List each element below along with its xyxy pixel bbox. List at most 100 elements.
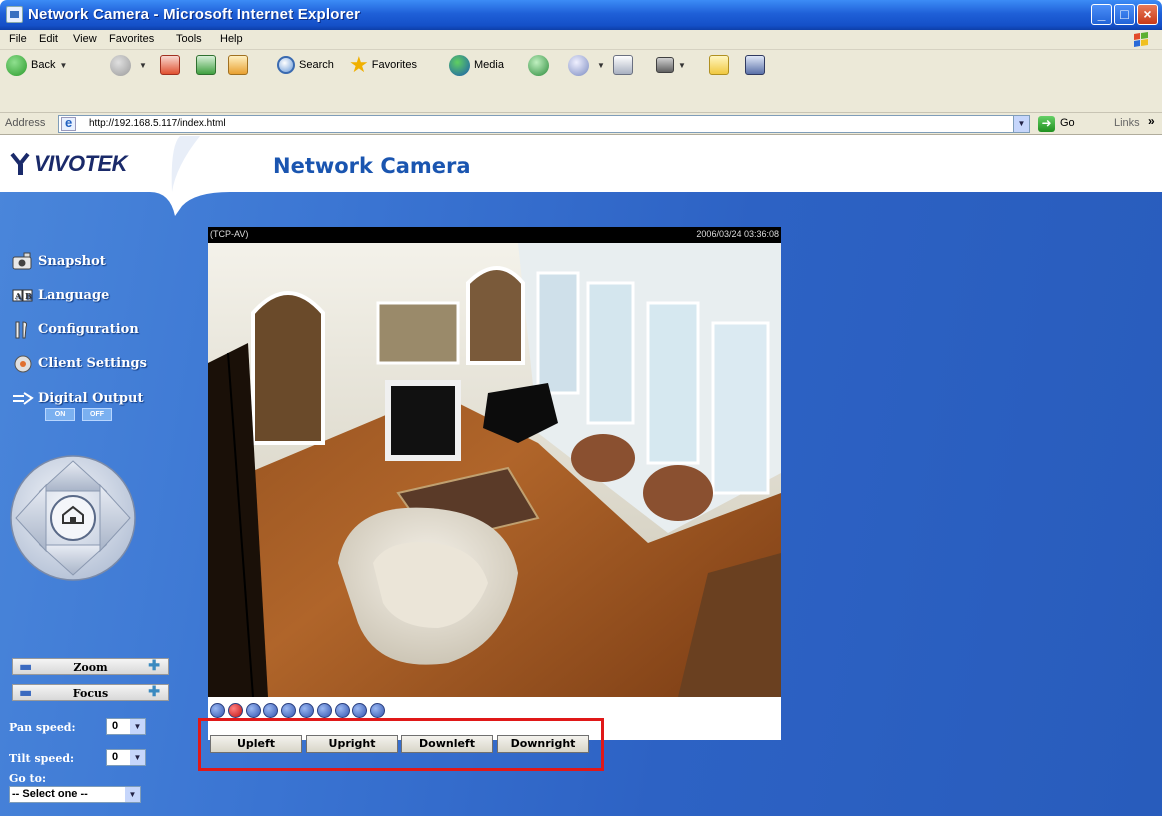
svg-text:B: B [25, 291, 32, 301]
tilt-speed-select[interactable]: 0 ▼ [106, 749, 146, 766]
pause-icon[interactable] [263, 703, 279, 718]
upleft-button[interactable]: Upleft [210, 735, 302, 753]
back-button[interactable]: Back ▼ [6, 52, 67, 78]
volume-icon[interactable] [298, 703, 314, 718]
svg-text:A: A [14, 291, 22, 301]
pan-speed-select[interactable]: 0 ▼ [106, 718, 146, 735]
header-curve [0, 136, 1162, 216]
downleft-button[interactable]: Downleft [401, 735, 493, 753]
sidebar: Snapshot AB Language Configuration Clien… [7, 208, 173, 816]
stop-icon[interactable] [281, 703, 297, 718]
focus-far-icon[interactable]: ✚ [148, 684, 160, 700]
go-button[interactable]: Go [1060, 117, 1075, 129]
digital-output-on-button[interactable]: ON [45, 408, 75, 421]
media-button[interactable]: Media [449, 52, 504, 78]
close-button[interactable]: × [1137, 4, 1158, 25]
tools-icon [12, 319, 34, 339]
print-button[interactable] [613, 52, 633, 78]
menu-view[interactable]: View [73, 33, 97, 45]
page-title: Network Camera [273, 154, 471, 178]
focus-control[interactable]: ▬ Focus ✚ [12, 684, 169, 701]
vivotek-logo: VIVOTEK [10, 150, 128, 178]
dropdown-icon: ▼ [59, 60, 68, 70]
zoom-label: Zoom [73, 661, 108, 674]
standard-toolbar: Back ▼ ▼ Search ★ Favorites Media ▼ ▼ [0, 50, 1162, 113]
address-input[interactable]: http://192.168.5.117/index.html ▼ [58, 115, 1030, 133]
maximize-button[interactable]: □ [1114, 4, 1135, 25]
language-link[interactable]: AB Language [12, 285, 109, 305]
discuss-button[interactable] [709, 52, 729, 78]
minimize-button[interactable]: _ [1091, 4, 1112, 25]
dropdown-icon: ▼ [678, 60, 686, 70]
title-bar[interactable]: Network Camera - Microsoft Internet Expl… [0, 0, 1162, 30]
stop-button[interactable] [160, 52, 180, 78]
snapshot-icon[interactable] [245, 703, 261, 718]
favorites-button[interactable]: ★ Favorites [349, 52, 417, 78]
video-viewer: (TCP-AV) 2006/03/24 03:36:08 [208, 227, 781, 740]
tilt-speed-label: Tilt speed: [9, 752, 75, 765]
edit-button[interactable]: ▼ [656, 52, 686, 78]
forward-button[interactable]: ▼ [110, 52, 147, 78]
digital-output-label: Digital Output [38, 390, 144, 406]
history-button[interactable] [528, 52, 553, 78]
language-label: Language [38, 287, 110, 303]
go-arrow-icon[interactable]: ➜ [1038, 116, 1055, 132]
window-title: Network Camera - Microsoft Internet Expl… [28, 6, 361, 23]
chevron-down-icon[interactable]: ▼ [125, 787, 140, 802]
chevron-down-icon[interactable]: ▼ [130, 719, 145, 734]
print-icon [613, 55, 633, 75]
mute-icon[interactable] [316, 703, 332, 718]
client-settings-link[interactable]: Client Settings [12, 353, 147, 373]
zoom-in-icon[interactable]: ✚ [148, 658, 160, 674]
search-button[interactable]: Search [277, 52, 334, 78]
zoom-control[interactable]: ▬ Zoom ✚ [12, 658, 169, 675]
menu-help[interactable]: Help [220, 33, 243, 45]
pan-speed-label: Pan speed: [9, 721, 76, 734]
ptz-direction-pad[interactable] [8, 453, 138, 583]
record-icon[interactable] [227, 703, 243, 718]
camera-live-view[interactable] [208, 243, 781, 697]
configuration-link[interactable]: Configuration [12, 319, 139, 339]
digital-output-link: Digital Output [12, 388, 143, 408]
video-controls [210, 703, 388, 718]
media-icon [449, 54, 470, 76]
ie-page-icon [61, 115, 76, 131]
downright-button[interactable]: Downright [497, 735, 589, 753]
links-chevron[interactable]: » [1148, 114, 1155, 128]
video-caption-bar: (TCP-AV) 2006/03/24 03:36:08 [208, 227, 781, 243]
goto-value: -- Select one -- [12, 788, 88, 800]
mic-icon[interactable] [352, 703, 368, 718]
menu-favorites[interactable]: Favorites [109, 33, 154, 45]
tilt-speed-value: 0 [112, 751, 119, 763]
refresh-button[interactable] [196, 52, 216, 78]
back-arrow-icon [6, 54, 27, 76]
fullscreen-icon[interactable] [370, 703, 386, 718]
star-icon: ★ [349, 52, 369, 77]
back-label: Back [31, 59, 56, 71]
menu-file[interactable]: File [9, 33, 27, 45]
search-label: Search [299, 59, 334, 71]
snapshot-link[interactable]: Snapshot [12, 251, 106, 271]
chevron-down-icon[interactable]: ▼ [1013, 116, 1029, 132]
research-button[interactable] [745, 52, 765, 78]
mail-button[interactable]: ▼ [568, 52, 605, 78]
search-icon [277, 56, 295, 74]
zoom-icon[interactable] [210, 703, 225, 718]
goto-preset-select[interactable]: -- Select one -- ▼ [9, 786, 141, 803]
talk-icon[interactable] [334, 703, 350, 718]
menu-edit[interactable]: Edit [39, 33, 58, 45]
menu-bar: File Edit View Favorites Tools Help [0, 30, 1162, 50]
note-icon [709, 55, 729, 75]
chevron-down-icon[interactable]: ▼ [130, 750, 145, 765]
upright-button[interactable]: Upright [306, 735, 398, 753]
links-label[interactable]: Links [1114, 117, 1140, 129]
home-button[interactable] [228, 52, 248, 78]
menu-tools[interactable]: Tools [176, 33, 202, 45]
digital-output-icon [12, 388, 34, 408]
video-timestamp: 2006/03/24 03:36:08 [696, 229, 779, 239]
research-icon [745, 55, 765, 75]
address-label: Address [5, 117, 46, 129]
digital-output-off-button[interactable]: OFF [82, 408, 112, 421]
pan-speed-value: 0 [112, 720, 119, 732]
video-protocol: (TCP-AV) [210, 229, 249, 239]
